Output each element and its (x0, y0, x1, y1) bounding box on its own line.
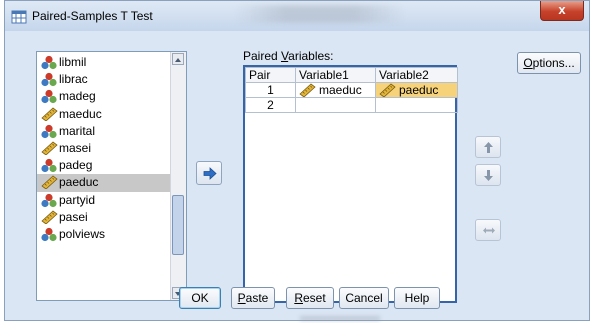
variable-item-label: marital (59, 123, 96, 138)
variable-item-label: libmil (59, 55, 87, 69)
variable-item-polviews[interactable]: polviews (37, 226, 170, 243)
header-pair: Pair (245, 67, 296, 83)
options-button[interactable]: Options... (517, 52, 581, 74)
variable-item-label: librac (59, 72, 88, 87)
nominal-variable-icon (41, 124, 57, 138)
pair-variable2-value: paeduc (399, 83, 439, 97)
paired-variables-table[interactable]: Pair Variable1 Variable2 1 maeduc paeduc… (243, 65, 458, 303)
swap-variables-button[interactable] (475, 219, 501, 241)
ruler-scale-icon (41, 141, 58, 155)
table-header-row: Pair Variable1 Variable2 (245, 67, 458, 83)
help-button[interactable]: Help (394, 287, 440, 309)
move-pair-up-button[interactable] (475, 136, 501, 158)
nominal-variable-icon (41, 55, 57, 70)
variable-item-maeduc[interactable]: maeduc (37, 106, 170, 123)
variable-item-label: paeduc (59, 175, 99, 190)
triangle-up-icon (175, 58, 181, 62)
nominal-variable-icon (41, 73, 57, 87)
blurred-background (235, 5, 405, 23)
variable-list-scrollbar[interactable] (170, 52, 186, 300)
header-variable1: Variable1 (295, 67, 376, 83)
ruler-scale-icon (299, 83, 316, 97)
move-pair-down-button[interactable] (475, 164, 501, 186)
move-to-paired-button[interactable] (196, 161, 222, 185)
paired-samples-dialog: Paired-Samples T Test x libmil librac made… (4, 0, 590, 321)
pair-variable1-cell[interactable]: maeduc (295, 82, 376, 98)
variable-item-label: pasei (59, 209, 88, 224)
nominal-variable-icon (41, 159, 57, 173)
variable-item-label: polviews (59, 226, 106, 241)
variable-item-madeg[interactable]: madeg (37, 88, 170, 105)
variable-item-masei[interactable]: masei (37, 140, 170, 157)
variable-item-label: maeduc (59, 106, 102, 121)
variable-item-marital[interactable]: marital (37, 123, 170, 140)
pair-number: 2 (245, 97, 296, 113)
window-title: Paired-Samples T Test (32, 9, 153, 23)
variable-item-padeg[interactable]: padeg (37, 157, 170, 174)
blurred-background (300, 316, 380, 321)
variable-items: libmil librac madeg maeduc marital masei padeg… (37, 52, 170, 243)
title-bar[interactable]: Paired-Samples T Test x (5, 1, 589, 31)
arrow-right-icon (203, 167, 217, 180)
spss-app-icon (11, 10, 27, 24)
nominal-variable-icon (41, 227, 57, 241)
header-variable2: Variable2 (375, 67, 458, 83)
close-button[interactable]: x (540, 1, 584, 21)
pair-variable2-cell[interactable] (375, 97, 458, 113)
variable-item-label: madeg (59, 89, 96, 104)
nominal-variable-icon (41, 193, 57, 207)
ruler-scale-icon (379, 83, 396, 97)
swap-horizontal-icon (483, 227, 495, 234)
ruler-scale-icon (41, 210, 58, 224)
paste-button[interactable]: Paste (231, 287, 275, 309)
paired-variables-label: Paired Variables: (243, 49, 334, 63)
variable-item-libmil[interactable]: libmil (37, 54, 170, 71)
table-row[interactable]: 1 maeduc paeduc (245, 82, 458, 98)
nominal-variable-icon (41, 90, 57, 104)
arrow-up-icon (484, 142, 493, 153)
source-variable-list[interactable]: libmil librac madeg maeduc marital masei padeg… (36, 51, 187, 301)
dialog-body: libmil librac madeg maeduc marital masei padeg… (10, 31, 584, 318)
pair-variable1-value: maeduc (319, 83, 362, 97)
ok-button[interactable]: OK (179, 287, 221, 309)
variable-item-label: masei (59, 140, 92, 155)
reset-button[interactable]: Reset (286, 287, 334, 309)
table-row[interactable]: 2 (245, 97, 458, 113)
ruler-scale-icon (41, 175, 58, 190)
variable-item-partyid[interactable]: partyid (37, 192, 170, 209)
arrow-down-icon (484, 170, 493, 181)
variable-item-pasei[interactable]: pasei (37, 209, 170, 226)
pair-variable1-cell[interactable] (295, 97, 376, 113)
variable-item-paeduc[interactable]: paeduc (37, 174, 170, 192)
variable-item-label: padeg (59, 158, 93, 173)
scroll-thumb[interactable] (172, 195, 184, 255)
pair-variable2-cell[interactable]: paeduc (375, 82, 458, 98)
ruler-scale-icon (41, 107, 58, 121)
scroll-up-button[interactable] (172, 53, 184, 65)
pair-number: 1 (245, 82, 296, 98)
variable-item-librac[interactable]: librac (37, 71, 170, 88)
variable-item-label: partyid (59, 192, 96, 207)
cancel-button[interactable]: Cancel (339, 287, 389, 309)
